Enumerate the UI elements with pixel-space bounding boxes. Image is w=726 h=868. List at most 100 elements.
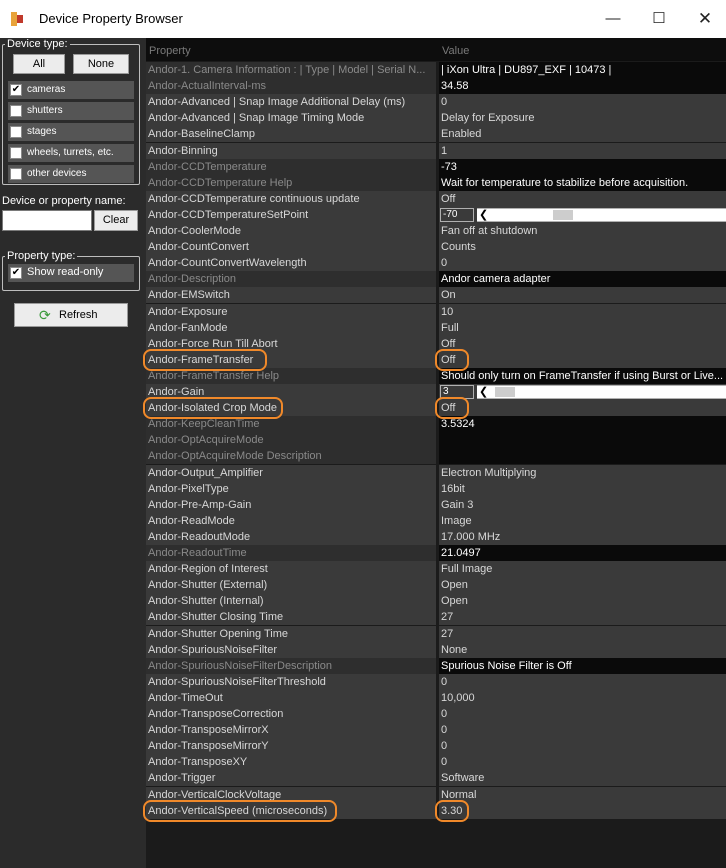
table-row[interactable]: Andor-CCDTemperature continuous update Of…	[146, 191, 726, 207]
property-value[interactable]: Open	[439, 593, 726, 609]
search-input[interactable]	[2, 210, 92, 231]
table-row[interactable]: Andor-Exposure 10	[146, 304, 726, 320]
property-value[interactable]: Enabled	[439, 126, 726, 142]
property-grid[interactable]: Property Value Andor-1. Camera Informati…	[143, 38, 726, 868]
property-value[interactable]: Open	[439, 577, 726, 593]
maximize-button[interactable]: ☐	[636, 0, 682, 38]
table-row[interactable]: Andor-CCDTemperatureSetPoint -70 ❮	[146, 207, 726, 223]
close-button[interactable]: ✕	[682, 0, 726, 38]
table-row[interactable]: Andor-Shutter Closing Time 27	[146, 609, 726, 625]
table-row[interactable]: Andor-Description Andor camera adapter	[146, 271, 726, 287]
property-value[interactable]: 10,000	[439, 690, 726, 706]
device-type-checkbox[interactable]: wheels, turrets, etc.	[8, 144, 134, 162]
property-value[interactable]: Full Image	[439, 561, 726, 577]
table-row[interactable]: Andor-TransposeMirrorX 0	[146, 722, 726, 738]
property-value[interactable]: 0	[439, 738, 726, 754]
table-row[interactable]: Andor-CCDTemperature -73	[146, 159, 726, 175]
property-value[interactable]: 0	[439, 255, 726, 271]
table-row[interactable]: Andor-TransposeCorrection 0	[146, 706, 726, 722]
minimize-button[interactable]: —	[590, 0, 636, 38]
property-value[interactable]: 1	[439, 143, 726, 159]
table-row[interactable]: Andor-Advanced | Snap Image Timing Mode D…	[146, 110, 726, 126]
clear-button[interactable]: Clear	[94, 210, 138, 231]
table-row[interactable]: Andor-FanMode Full	[146, 320, 726, 336]
table-row[interactable]: Andor-OptAcquireMode Description	[146, 448, 726, 464]
table-row[interactable]: Andor-TransposeXY 0	[146, 754, 726, 770]
slider-control[interactable]: 3 ❮	[439, 384, 726, 400]
header-value[interactable]: Value	[442, 45, 469, 57]
table-row[interactable]: Andor-ReadMode Image	[146, 513, 726, 529]
property-value[interactable]: Counts	[439, 239, 726, 255]
table-row[interactable]: Andor-SpuriousNoiseFilter None	[146, 642, 726, 658]
table-row[interactable]: Andor-ReadoutTime 21.0497	[146, 545, 726, 561]
table-row[interactable]: Andor-CCDTemperature Help Wait for temper…	[146, 175, 726, 191]
header-property[interactable]: Property	[149, 45, 191, 57]
refresh-button[interactable]: ⟳ Refresh	[14, 303, 128, 327]
property-value[interactable]: None	[439, 642, 726, 658]
table-row[interactable]: Andor-TransposeMirrorY 0	[146, 738, 726, 754]
property-value[interactable]: Off	[439, 336, 726, 352]
property-value[interactable]: 10	[439, 304, 726, 320]
device-type-checkbox[interactable]: other devices	[8, 165, 134, 183]
property-value[interactable]: 17.000 MHz	[439, 529, 726, 545]
table-row[interactable]: Andor-ReadoutMode 17.000 MHz	[146, 529, 726, 545]
table-row[interactable]: Andor-Advanced | Snap Image Additional D…	[146, 94, 726, 110]
property-value[interactable]: 16bit	[439, 481, 726, 497]
property-value[interactable]: 27	[439, 626, 726, 642]
table-row[interactable]: Andor-Region of Interest Full Image	[146, 561, 726, 577]
all-button[interactable]: All	[13, 54, 65, 74]
table-row[interactable]: Andor-1. Camera Information : | Type | M…	[146, 62, 726, 78]
device-type-checkbox[interactable]: ✔ cameras	[8, 81, 134, 99]
slider-value-input[interactable]: -70	[440, 208, 474, 222]
table-row[interactable]: Andor-Binning 1	[146, 143, 726, 159]
property-value[interactable]: 0	[439, 674, 726, 690]
none-button[interactable]: None	[73, 54, 129, 74]
show-read-only-checkbox[interactable]: ✔ Show read-only	[8, 264, 134, 282]
property-value[interactable]: Off	[439, 191, 726, 207]
table-row[interactable]: Andor-Shutter (Internal) Open	[146, 593, 726, 609]
chevron-left-icon[interactable]: ❮	[479, 385, 488, 398]
slider-track[interactable]: ❮	[477, 208, 726, 222]
property-value[interactable]: 0	[439, 722, 726, 738]
property-value[interactable]: Off	[439, 400, 726, 416]
table-row[interactable]: Andor-CountConvertWavelength 0	[146, 255, 726, 271]
property-value[interactable]: Electron Multiplying	[439, 465, 726, 481]
property-value[interactable]: Fan off at shutdown	[439, 223, 726, 239]
table-row[interactable]: Andor-PixelType 16bit	[146, 481, 726, 497]
slider-track[interactable]: ❮	[477, 385, 726, 399]
property-value[interactable]: 0	[439, 706, 726, 722]
property-value[interactable]: 0	[439, 754, 726, 770]
property-value[interactable]: On	[439, 287, 726, 303]
property-value[interactable]: Image	[439, 513, 726, 529]
property-value[interactable]: Normal	[439, 787, 726, 803]
property-value[interactable]: Delay for Exposure	[439, 110, 726, 126]
table-row[interactable]: Andor-EMSwitch On	[146, 287, 726, 303]
table-row[interactable]: Andor-BaselineClamp Enabled	[146, 126, 726, 142]
property-value[interactable]: Off	[439, 352, 726, 368]
table-row[interactable]: Andor-CoolerMode Fan off at shutdown	[146, 223, 726, 239]
slider-thumb[interactable]	[495, 387, 515, 397]
table-row[interactable]: Andor-Output_Amplifier Electron Multiplyi…	[146, 465, 726, 481]
property-value[interactable]: Full	[439, 320, 726, 336]
table-row[interactable]: Andor-TimeOut 10,000	[146, 690, 726, 706]
chevron-left-icon[interactable]: ❮	[479, 208, 488, 221]
property-value[interactable]: 27	[439, 609, 726, 625]
table-row[interactable]: Andor-SpuriousNoiseFilterThreshold 0	[146, 674, 726, 690]
slider-thumb[interactable]	[553, 210, 573, 220]
table-row[interactable]: Andor-Pre-Amp-Gain Gain 3	[146, 497, 726, 513]
device-type-checkbox[interactable]: stages	[8, 123, 134, 141]
property-value[interactable]: Software	[439, 770, 726, 786]
slider-control[interactable]: -70 ❮	[439, 207, 726, 223]
property-name: Andor-1. Camera Information : | Type | M…	[146, 62, 436, 78]
table-row[interactable]: Andor-ActualInterval-ms 34.58	[146, 78, 726, 94]
table-row[interactable]: Andor-Trigger Software	[146, 770, 726, 786]
table-row[interactable]: Andor-OptAcquireMode	[146, 432, 726, 448]
property-value[interactable]: Gain 3	[439, 497, 726, 513]
table-row[interactable]: Andor-SpuriousNoiseFilterDescription Spur…	[146, 658, 726, 674]
property-value[interactable]: 3.30	[439, 803, 726, 819]
table-row[interactable]: Andor-Shutter Opening Time 27	[146, 626, 726, 642]
table-row[interactable]: Andor-CountConvert Counts	[146, 239, 726, 255]
table-row[interactable]: Andor-Shutter (External) Open	[146, 577, 726, 593]
property-value[interactable]: 0	[439, 94, 726, 110]
device-type-checkbox[interactable]: shutters	[8, 102, 134, 120]
